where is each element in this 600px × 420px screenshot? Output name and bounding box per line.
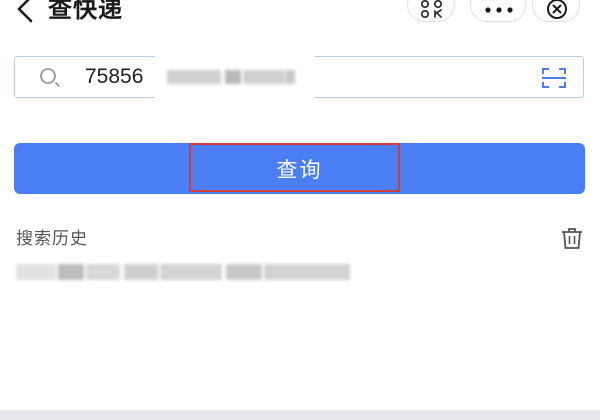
trash-icon[interactable] (559, 226, 585, 250)
close-icon (547, 0, 567, 19)
redacted-tracking-digits (155, 46, 315, 104)
chevron-left-icon[interactable] (12, 0, 38, 24)
history-item-redacted[interactable] (0, 256, 370, 288)
close-button[interactable] (532, 0, 580, 22)
search-icon (40, 68, 60, 87)
query-button-label: 查询 (276, 157, 323, 182)
more-button[interactable] (470, 0, 526, 22)
page-title: 查快递 (48, 0, 123, 23)
search-history-label: 搜索历史 (16, 229, 88, 249)
scan-icon[interactable] (541, 66, 567, 90)
bottom-bar (0, 410, 600, 420)
header: 查快递 (0, 0, 600, 26)
query-button[interactable]: 查询 (14, 143, 585, 194)
qr-scan-icon (420, 0, 443, 19)
scan-code-button[interactable] (407, 0, 455, 22)
more-icon (485, 7, 513, 13)
